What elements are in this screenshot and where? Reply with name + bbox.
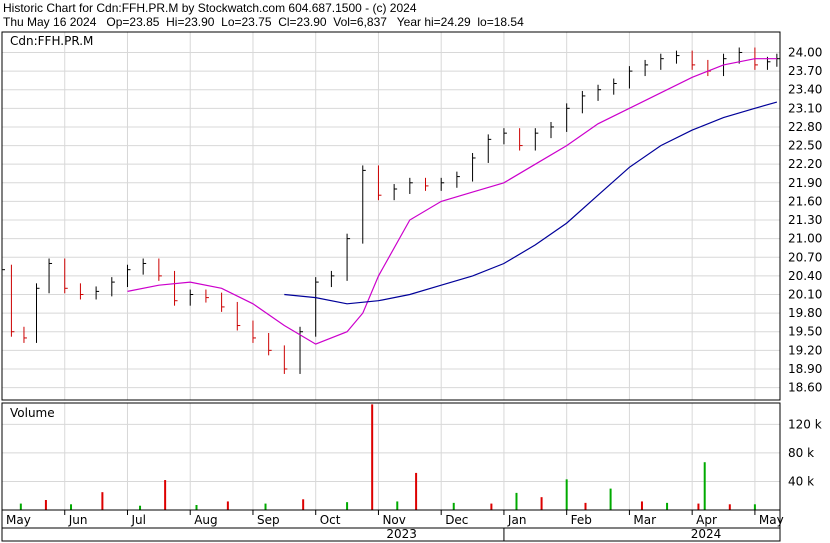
- volume-axis-tick: 80 k: [788, 446, 814, 460]
- volume-axis-tick: 120 k: [788, 417, 822, 431]
- year-label: 2024: [691, 527, 722, 541]
- year-label: 2023: [386, 527, 417, 541]
- price-axis-tick: 18.90: [788, 362, 822, 376]
- chart-labels: 24.00 23.70 23.40 23.10 22.80 22.50 22.20 21.90…: [6, 34, 822, 541]
- month-tick: Apr: [696, 513, 717, 527]
- volume-axis-tick: 40 k: [788, 474, 814, 488]
- stock-chart-window: Historic Chart for Cdn:FFH.PR.M by Stock…: [0, 0, 830, 543]
- volume-panel-title: Volume: [10, 406, 55, 420]
- price-axis-tick: 19.50: [788, 325, 822, 339]
- price-axis-tick: 21.90: [788, 176, 822, 190]
- month-tick: Feb: [571, 513, 592, 527]
- price-axis-tick: 22.80: [788, 120, 822, 134]
- price-axis-tick: 20.10: [788, 288, 822, 302]
- month-tick: Oct: [320, 513, 341, 527]
- volume-bars: [19, 404, 756, 510]
- price-axis-tick: 19.20: [788, 343, 822, 357]
- month-tick: Jul: [130, 513, 145, 527]
- price-axis-tick: 21.00: [788, 232, 822, 246]
- price-axis-tick: 22.20: [788, 157, 822, 171]
- price-axis-tick: 20.70: [788, 250, 822, 264]
- chart-grid: [1, 32, 780, 510]
- price-axis-tick: 22.50: [788, 139, 822, 153]
- price-panel-title: Cdn:FFH.PR.M: [10, 34, 93, 48]
- price-axis-tick: 23.10: [788, 101, 822, 115]
- chart-canvas: 24.00 23.70 23.40 23.10 22.80 22.50 22.20 21.90…: [1, 31, 822, 542]
- month-tick: Aug: [194, 513, 217, 527]
- volume-panel-frame: [1, 402, 781, 511]
- month-tick: Nov: [382, 513, 405, 527]
- month-tick: Dec: [445, 513, 468, 527]
- month-tick: May: [759, 513, 784, 527]
- price-axis-tick: 19.80: [788, 306, 822, 320]
- price-axis-tick: 21.30: [788, 213, 822, 227]
- month-tick: Mar: [633, 513, 656, 527]
- price-axis-tick: 20.40: [788, 269, 822, 283]
- month-tick: May: [6, 513, 31, 527]
- price-axis-tick: 23.40: [788, 83, 822, 97]
- price-axis-tick: 21.60: [788, 194, 822, 208]
- month-tick: Sep: [257, 513, 280, 527]
- month-tick: Jan: [507, 513, 527, 527]
- price-panel-frame: [1, 31, 781, 401]
- month-tick: Jun: [68, 513, 88, 527]
- price-bars: [1, 47, 780, 374]
- price-axis-tick: 24.00: [788, 45, 822, 59]
- long-moving-average-line: [284, 101, 778, 305]
- price-axis-tick: 23.70: [788, 64, 822, 78]
- price-axis-tick: 18.60: [788, 381, 822, 395]
